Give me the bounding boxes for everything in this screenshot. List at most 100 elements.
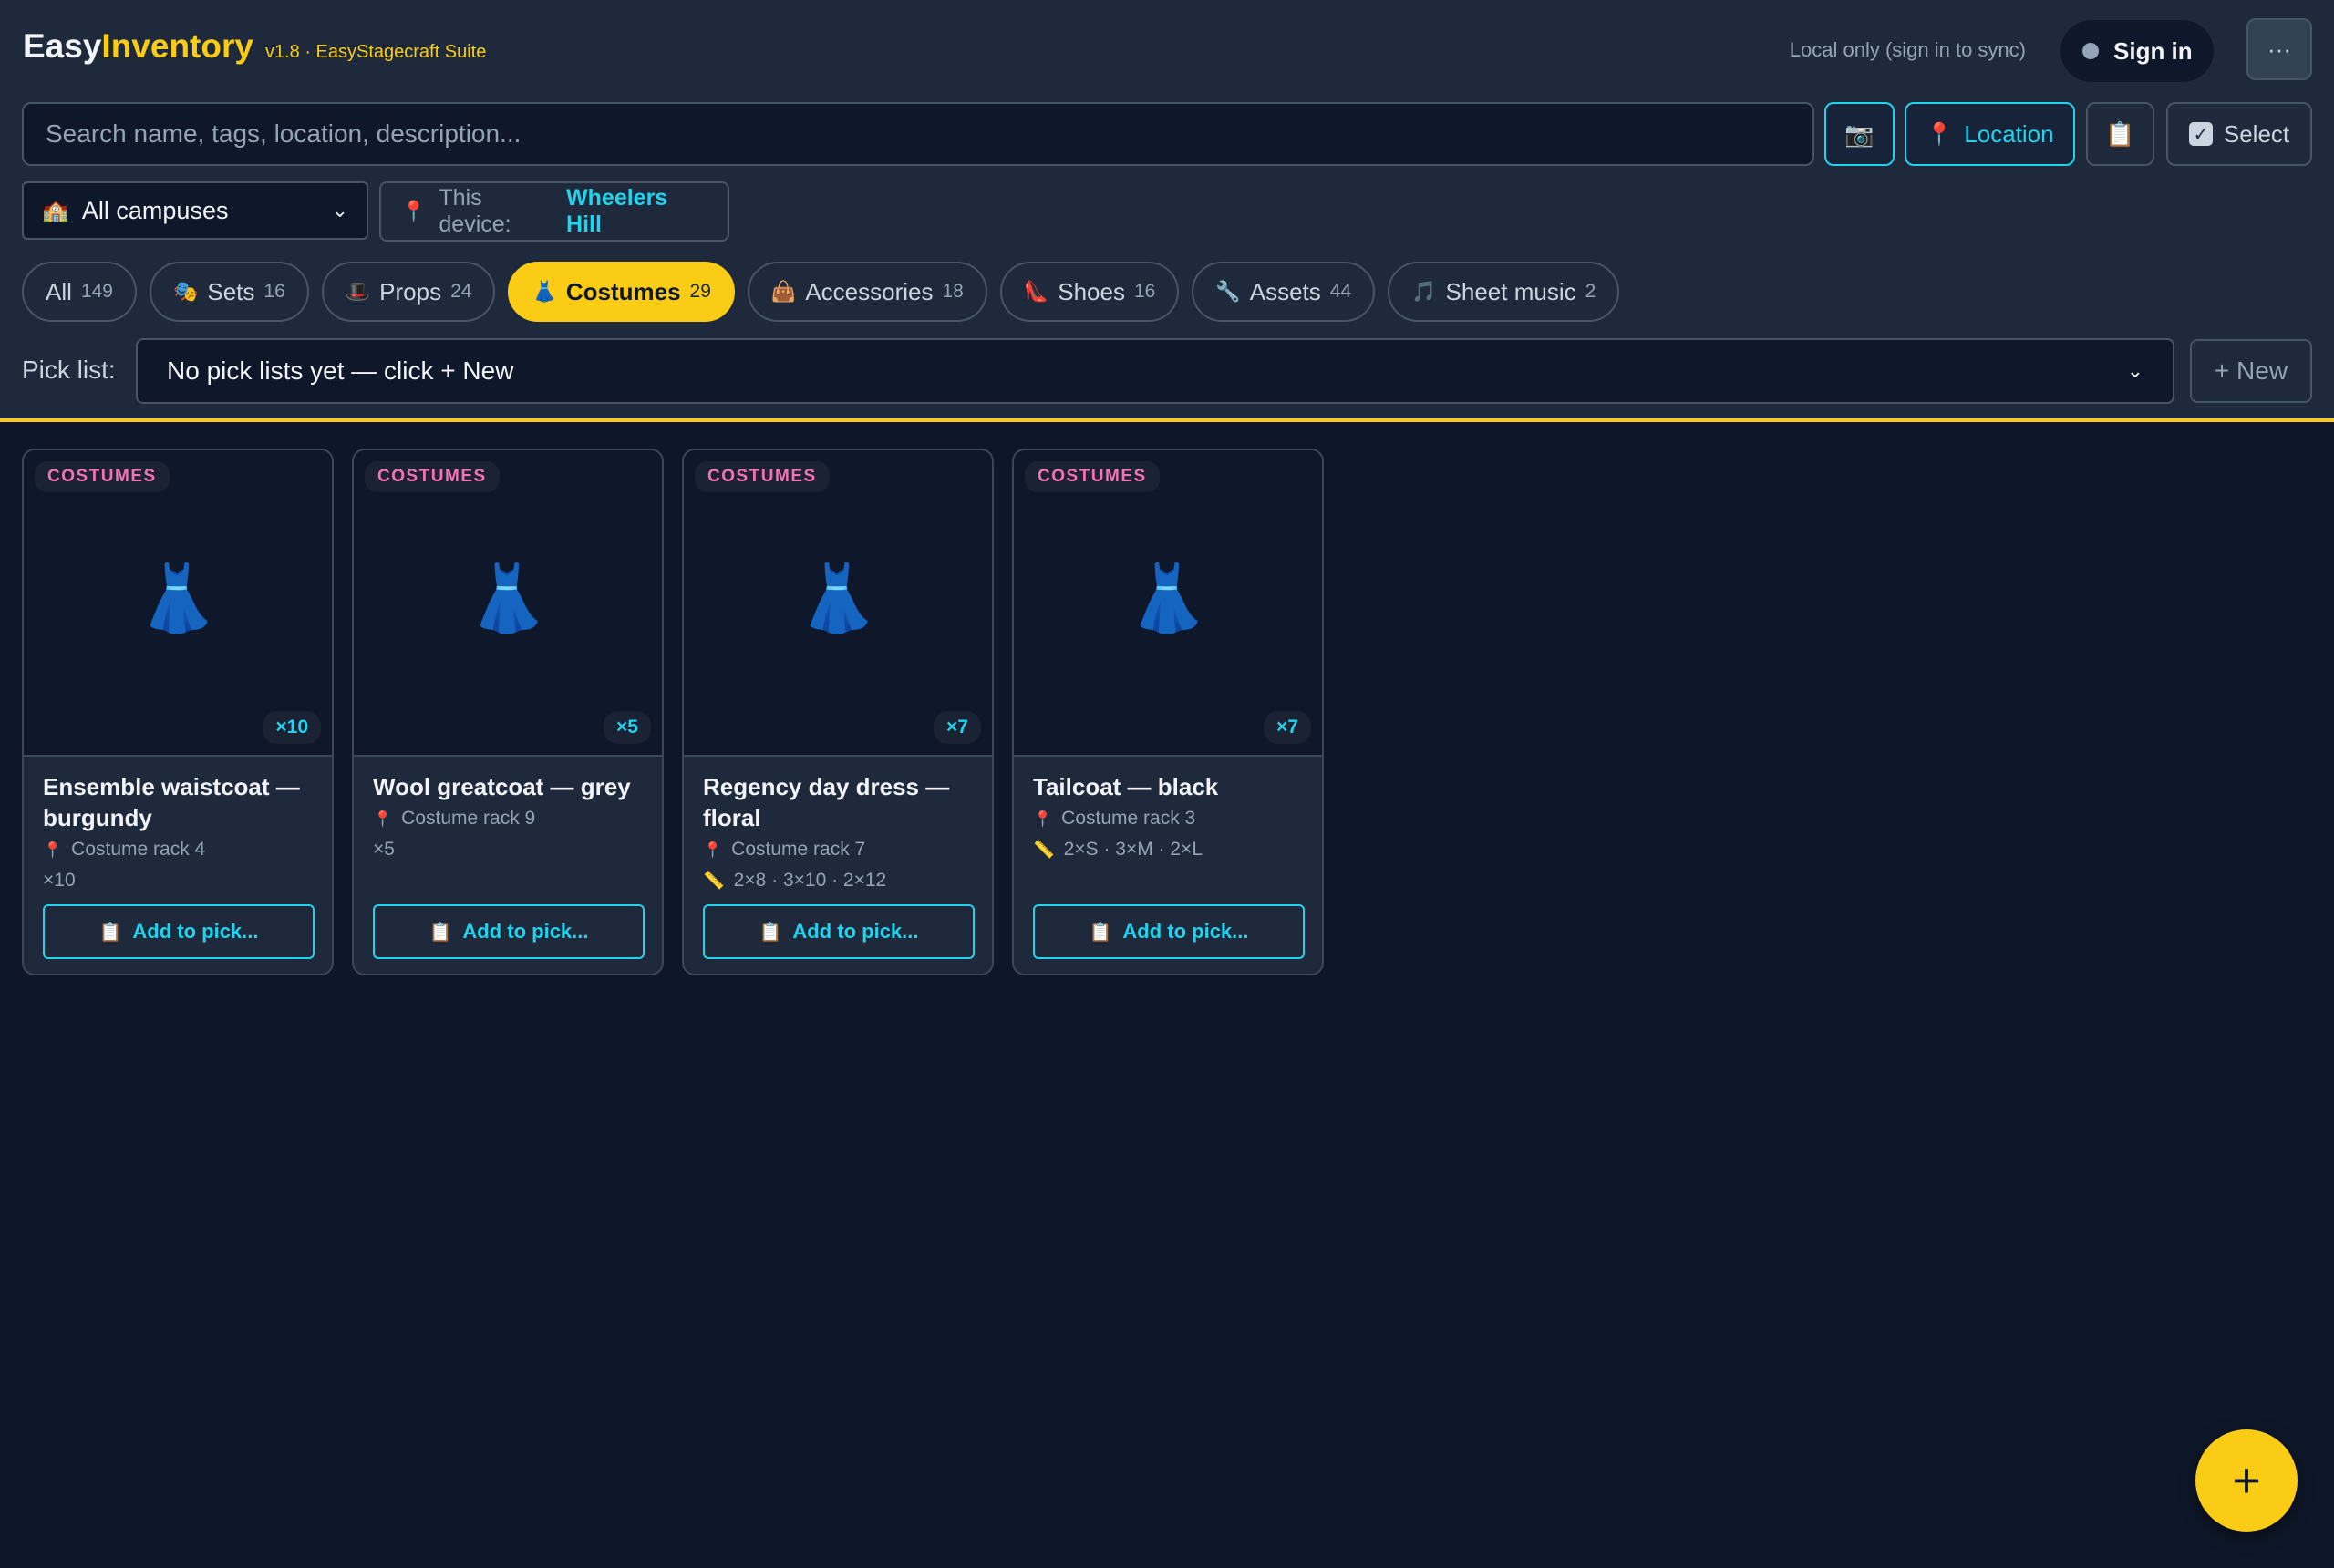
add-to-pick-button[interactable]: 📋 Add to pick... xyxy=(373,904,645,959)
location-label: Location xyxy=(1964,119,2054,148)
category-label: All xyxy=(46,277,72,305)
dress-icon: 👗 xyxy=(1127,562,1209,635)
chevron-down-icon: ⌄ xyxy=(2126,359,2143,382)
item-body: Tailcoat — black 📍 Costume rack 3 📏 2×S · 3×… xyxy=(1014,757,1322,861)
pick-list-button[interactable]: 📋 xyxy=(2086,102,2154,166)
search-input[interactable] xyxy=(22,102,1814,166)
app-header: Easy Inventory v1.8 · EasyStagecraft Suit… xyxy=(0,0,2334,422)
item-quantity-badge: ×7 xyxy=(1264,711,1311,744)
location-pin-icon: 📍 xyxy=(703,841,723,859)
item-category-badge: COSTUMES xyxy=(365,461,500,492)
pick-list-select[interactable]: No pick lists yet — click + New ⌄ xyxy=(136,338,2174,404)
brand-easy: Easy xyxy=(23,27,102,65)
location-pin-icon: 📍 xyxy=(373,810,393,828)
add-to-pick-button[interactable]: 📋 Add to pick... xyxy=(1033,904,1305,959)
category-icon: 🎵 xyxy=(1411,280,1437,303)
pick-list-selected: No pick lists yet — click + New xyxy=(167,356,514,385)
category-icon: 🎩 xyxy=(345,280,371,303)
category-count: 44 xyxy=(1329,281,1352,302)
category-icon: 🎭 xyxy=(172,280,199,303)
status-dot-icon xyxy=(2082,43,2099,59)
location-pin-icon: 📍 xyxy=(1033,810,1053,828)
item-card[interactable]: COSTUMES 👗 ×7 Regency day dress — floral 📍 Co… xyxy=(682,449,994,975)
item-meta: 📏 2×8 · 3×10 · 2×12 xyxy=(703,870,973,892)
category-icon: 👠 xyxy=(1023,280,1049,303)
dress-icon: 👗 xyxy=(137,562,219,635)
sign-in-button[interactable]: Sign in xyxy=(2060,20,2214,82)
category-icon: 👜 xyxy=(770,280,797,303)
clipboard-icon: 📋 xyxy=(2105,119,2135,148)
device-location[interactable]: 📍 This device: Wheelers Hill xyxy=(379,181,729,242)
item-card[interactable]: COSTUMES 👗 ×5 Wool greatcoat — grey 📍 Costume… xyxy=(352,449,664,975)
item-image: COSTUMES 👗 ×10 xyxy=(24,450,332,757)
scan-camera-button[interactable]: 📷 xyxy=(1824,102,1895,166)
clipboard-icon: 📋 xyxy=(98,922,122,943)
location-button[interactable]: 📍 Location xyxy=(1905,102,2075,166)
item-location: 📍 Costume rack 7 xyxy=(703,839,973,861)
chevron-down-icon: ⌄ xyxy=(331,199,348,222)
ruler-icon: 📏 xyxy=(703,872,725,891)
brand-inventory: Inventory xyxy=(101,27,253,65)
category-chip-sheet-music[interactable]: 🎵 Sheet music 2 xyxy=(1388,262,1620,322)
category-count: 24 xyxy=(450,281,472,302)
item-location-text: Costume rack 4 xyxy=(71,839,206,860)
category-chip-accessories[interactable]: 👜 Accessories 18 xyxy=(747,262,987,322)
category-count: 149 xyxy=(80,281,113,302)
new-pick-list-button[interactable]: + New xyxy=(2190,339,2312,403)
select-label: Select xyxy=(2223,119,2290,148)
add-to-pick-label: Add to pick... xyxy=(462,920,589,943)
category-chip-sets[interactable]: 🎭 Sets 16 xyxy=(149,262,309,322)
add-item-button[interactable]: + xyxy=(2195,1429,2298,1532)
category-label: Props xyxy=(379,277,442,305)
item-location-text: Costume rack 3 xyxy=(1061,808,1196,829)
item-category-badge: COSTUMES xyxy=(1025,461,1160,492)
category-label: Sheet music xyxy=(1445,277,1576,305)
sync-status: Local only (sign in to sync) xyxy=(1789,38,2026,61)
item-body: Regency day dress — floral 📍 Costume rack … xyxy=(684,757,992,892)
category-count: 16 xyxy=(263,281,285,302)
item-grid: COSTUMES 👗 ×10 Ensemble waistcoat — burgund… xyxy=(22,449,1324,975)
item-location: 📍 Costume rack 9 xyxy=(373,808,643,830)
item-category-badge: COSTUMES xyxy=(695,461,830,492)
pick-list-label: Pick list: xyxy=(22,356,116,384)
category-chip-all[interactable]: All 149 xyxy=(22,262,137,322)
add-to-pick-button[interactable]: 📋 Add to pick... xyxy=(43,904,315,959)
add-to-pick-button[interactable]: 📋 Add to pick... xyxy=(703,904,975,959)
item-title: Ensemble waistcoat — burgundy xyxy=(43,773,300,831)
category-chip-assets[interactable]: 🔧 Assets 44 xyxy=(1192,262,1376,322)
item-quantity-badge: ×5 xyxy=(604,711,651,744)
category-chip-costumes[interactable]: 👗 Costumes 29 xyxy=(508,262,735,322)
category-chips: All 149 🎭 Sets 16 🎩 Props 24 👗 Costumes 29 👜 Accesso… xyxy=(22,262,1620,322)
category-chip-props[interactable]: 🎩 Props 24 xyxy=(321,262,496,322)
select-button[interactable]: ✓ Select xyxy=(2166,102,2312,166)
item-image: COSTUMES 👗 ×7 xyxy=(684,450,992,757)
category-chip-shoes[interactable]: 👠 Shoes 16 xyxy=(999,262,1180,322)
add-to-pick-label: Add to pick... xyxy=(792,920,919,943)
category-label: Assets xyxy=(1249,277,1321,305)
item-card[interactable]: COSTUMES 👗 ×7 Tailcoat — black 📍 Costume rack… xyxy=(1012,449,1324,975)
item-quantity-badge: ×10 xyxy=(263,711,321,744)
dress-icon: 👗 xyxy=(467,562,549,635)
dress-icon: 👗 xyxy=(797,562,879,635)
location-pin-icon: 📍 xyxy=(43,841,63,859)
item-meta: 📏 2×S · 3×M · 2×L xyxy=(1033,839,1303,861)
add-to-pick-label: Add to pick... xyxy=(1122,920,1249,943)
item-card[interactable]: COSTUMES 👗 ×10 Ensemble waistcoat — burgund… xyxy=(22,449,334,975)
add-to-pick-label: Add to pick... xyxy=(132,920,259,943)
item-meta: ×5 xyxy=(373,839,643,861)
campus-select[interactable]: 🏫 All campuses ⌄ xyxy=(22,181,368,240)
item-meta-text: ×5 xyxy=(373,839,395,860)
item-category-badge: COSTUMES xyxy=(35,461,170,492)
clipboard-icon: 📋 xyxy=(429,922,452,943)
ruler-icon: 📏 xyxy=(1033,841,1055,860)
device-value: Wheelers Hill xyxy=(566,185,668,237)
category-label: Accessories xyxy=(805,277,934,305)
school-icon: 🏫 xyxy=(42,198,69,223)
item-meta: ×10 xyxy=(43,870,313,892)
more-menu-button[interactable]: ··· xyxy=(2246,18,2312,80)
checkbox-icon: ✓ xyxy=(2188,122,2213,146)
clipboard-icon: 📋 xyxy=(1089,922,1112,943)
item-meta-text: 2×S · 3×M · 2×L xyxy=(1063,839,1203,860)
item-title: Wool greatcoat — grey xyxy=(373,773,631,800)
category-label: Sets xyxy=(207,277,255,305)
